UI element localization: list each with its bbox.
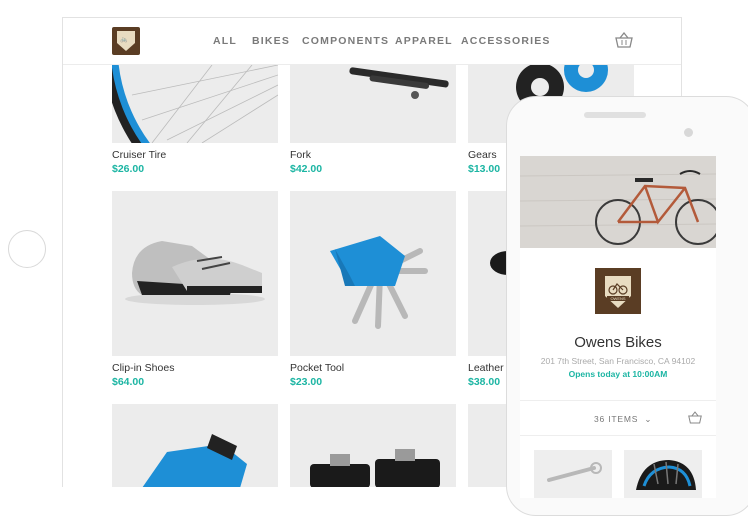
items-bar: 36 ITEMS ⌄	[520, 400, 716, 436]
store-hero-image	[520, 156, 716, 248]
bicycle-icon: 🚲	[117, 31, 135, 51]
product-price: $42.00	[290, 163, 323, 175]
logo-text: OWENS	[610, 296, 625, 301]
chevron-down-icon: ⌄	[644, 414, 653, 424]
product-price: $38.00	[468, 376, 501, 388]
store-logo: OWENS	[595, 268, 641, 314]
product-image	[290, 404, 456, 487]
basket-icon[interactable]	[615, 32, 633, 48]
product-image	[290, 65, 456, 143]
store-name: Owens Bikes	[574, 334, 662, 351]
items-count-label: 36 ITEMS	[594, 414, 639, 424]
product-image	[290, 191, 456, 356]
product-image	[112, 404, 278, 487]
product-price: $13.00	[468, 163, 501, 175]
nav-item-components[interactable]: COMPONENTS	[302, 35, 389, 47]
product-price: $23.00	[290, 376, 323, 388]
store-logo[interactable]: 🚲	[112, 27, 140, 55]
product-name: Clip-in Shoes	[112, 362, 175, 374]
store-address: 201 7th Street, San Francisco, CA 94102	[540, 356, 696, 366]
nav-item-bikes[interactable]: BIKES	[252, 35, 290, 47]
basket-icon[interactable]	[688, 411, 702, 424]
product-price: $64.00	[112, 376, 145, 388]
product-name: Cruiser Tire	[112, 149, 167, 161]
product-image	[636, 460, 696, 490]
nav-item-all[interactable]: ALL	[213, 35, 237, 47]
phone-speaker	[584, 112, 646, 118]
phone-screen: OWENS Owens Bikes 201 7th Street, San Fr…	[520, 156, 716, 498]
product-name: Pocket Tool	[290, 362, 345, 374]
product-image	[112, 191, 278, 356]
phone-camera	[684, 128, 693, 137]
product-card[interactable]	[624, 450, 702, 498]
nav-item-accessories[interactable]: ACCESSORIES	[461, 35, 551, 47]
tablet-home-button[interactable]	[8, 230, 46, 268]
product-image	[547, 462, 602, 482]
nav-item-apparel[interactable]: APPAREL	[395, 35, 453, 47]
product-name: Fork	[290, 149, 311, 161]
product-card[interactable]	[534, 450, 612, 498]
product-price: $26.00	[112, 163, 145, 175]
store-hours: Opens today at 10:00AM	[568, 369, 668, 379]
items-count-dropdown[interactable]: 36 ITEMS ⌄	[594, 414, 652, 425]
store-header: 🚲 ALL BIKES COMPONENTS APPAREL ACCESSORI…	[63, 18, 681, 65]
product-name: Gears	[468, 149, 497, 161]
product-image	[112, 65, 278, 143]
